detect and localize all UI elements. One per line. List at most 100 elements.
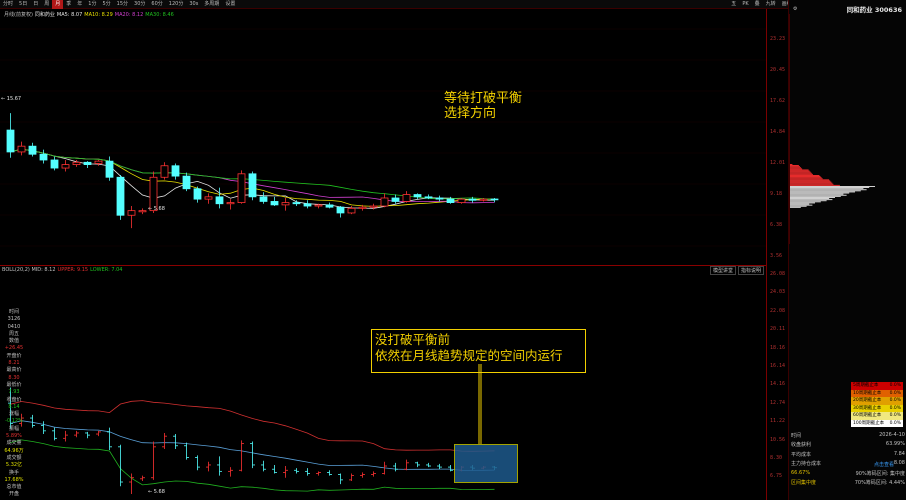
cost-row-label: 100周期截止本 [853, 420, 885, 426]
chip-info-value: 7.84 [893, 450, 905, 457]
candle-body[interactable] [182, 175, 191, 190]
period-tab[interactable]: 15分 [114, 0, 131, 9]
candle-body[interactable] [237, 173, 246, 203]
candle-body[interactable] [28, 145, 37, 155]
period-tabs: 分时 5日日周月季年 1分 5分 15分 30分 60分 120分 30s 多周期 设置 [0, 0, 238, 9]
candle-body[interactable] [248, 173, 257, 198]
price-axis[interactable]: 23.23 20.45 17.62 14.84 12.01 9.18 6.38 3.56 26.… [766, 9, 788, 500]
candle-body[interactable] [281, 202, 290, 206]
candle-body[interactable] [391, 197, 400, 202]
indicator-desc-tab[interactable]: 指标说明 [737, 265, 764, 275]
candle-body[interactable] [424, 196, 433, 199]
candle-body[interactable] [215, 196, 224, 205]
candle-body[interactable] [270, 201, 279, 206]
candle-body[interactable] [468, 198, 477, 201]
indicator-header: BOLL(20,2) MID: 8.12 UPPER: 9.15 LOWER: … [0, 265, 766, 275]
price-tick-label: 14.84 [770, 129, 786, 135]
chip-info-label: 主力持仓成本 [791, 461, 822, 468]
candle-body[interactable] [39, 153, 48, 161]
candle-body[interactable] [193, 188, 202, 200]
chip-bar [790, 182, 833, 184]
tool-button[interactable]: 九转 [763, 0, 779, 9]
candle-body[interactable] [314, 204, 323, 207]
candle-body[interactable] [435, 197, 444, 200]
period-tab[interactable]: 年 [74, 0, 85, 9]
candle-body[interactable] [457, 198, 466, 203]
chip-info-row: 时间 2026-4-10 [791, 432, 905, 439]
chip-info-label: 收盘获利 [791, 442, 812, 449]
period-tab[interactable]: 周 [41, 0, 52, 9]
chip-info-value: 90%筹码区间: 集中度 [855, 470, 905, 477]
kline-chart[interactable] [0, 9, 766, 500]
candle-body[interactable] [61, 164, 70, 169]
candle-body[interactable] [94, 160, 103, 164]
candle-body[interactable] [413, 194, 422, 198]
candle-body[interactable] [204, 196, 213, 200]
candle-body[interactable] [6, 129, 15, 153]
data-window-cell: 数值 [8, 338, 19, 345]
period-tab[interactable]: 60分 [148, 0, 165, 9]
chip-info-row: 区间集中度 70%筹码区间: 4.44% [791, 479, 905, 486]
candle-body[interactable] [105, 160, 114, 178]
candle-body[interactable] [303, 203, 312, 207]
boll-title: BOLL(20,2) MID: 8.12 [2, 267, 56, 273]
candle-body[interactable] [358, 206, 367, 209]
candle-body[interactable] [336, 206, 345, 214]
chart-area[interactable]: 月线(前复权) 同和药业 MA5: 8.07 MA10: 8.29 MA20: … [0, 9, 788, 500]
chip-bar [790, 180, 831, 182]
tool-button[interactable]: 五 [728, 0, 739, 9]
view-link[interactable]: 点击查看 [874, 461, 894, 468]
data-window-cell: 涨幅 [8, 411, 19, 418]
period-tab[interactable]: 5日 [16, 0, 30, 9]
period-tab[interactable]: 日 [30, 0, 41, 9]
candle-body[interactable] [171, 165, 180, 177]
candle-body[interactable] [490, 198, 499, 201]
candle-body[interactable] [479, 198, 488, 201]
candle-body[interactable] [138, 210, 147, 213]
boll-tick-label: 18.16 [770, 344, 786, 351]
period-tab[interactable]: 30s [186, 0, 201, 9]
period-tab[interactable]: 月 [52, 0, 64, 9]
period-tab[interactable]: 季 [63, 0, 74, 9]
period-tab[interactable]: 5分 [99, 0, 113, 9]
candle-body[interactable] [127, 210, 136, 216]
candle-body[interactable] [446, 198, 455, 203]
price-tick-label: 9.18 [770, 191, 783, 197]
period-tab[interactable]: 分时 [0, 0, 16, 9]
boll-tick-label: 8.30 [770, 455, 783, 461]
candle-body[interactable] [226, 202, 235, 205]
period-tab[interactable]: 多周期 [201, 0, 222, 9]
candle-body[interactable] [160, 165, 169, 178]
chip-bar [790, 169, 809, 171]
cost-row-value: 0.0% [889, 383, 901, 388]
period-tab[interactable]: 30分 [131, 0, 148, 9]
chip-bar [790, 181, 832, 183]
candle-body[interactable] [369, 205, 378, 208]
chip-bar [790, 166, 800, 168]
candle-body[interactable] [50, 159, 59, 169]
chip-bar [790, 175, 820, 176]
candle-body[interactable] [380, 197, 389, 207]
candle-body[interactable] [402, 194, 411, 202]
candle-body[interactable] [116, 176, 125, 216]
cost-row-value: 0.0% [889, 405, 901, 411]
candle-body[interactable] [347, 207, 356, 214]
low-price-label: ← 5.68 [148, 206, 165, 212]
period-tab[interactable]: 1分 [85, 0, 99, 9]
candle-body[interactable] [259, 196, 268, 202]
chart-title: 月线(前复权) [4, 12, 33, 18]
candle-body[interactable] [17, 145, 26, 153]
candle-body[interactable] [325, 204, 334, 208]
cost-row: 60周期截止本 0.0% [851, 412, 903, 420]
tool-button[interactable]: 叠 [752, 0, 763, 9]
tool-button[interactable]: PK [739, 0, 751, 9]
chip-info-row: 平均成本 7.84 [791, 451, 905, 458]
candle-body[interactable] [292, 202, 301, 205]
model-tab[interactable]: 模型讲堂 [709, 265, 736, 275]
candle-body[interactable] [83, 161, 92, 166]
period-tab[interactable]: 120分 [166, 0, 187, 9]
data-window-cell: 开盘价 [6, 352, 22, 359]
period-tab[interactable]: 设置 [222, 0, 238, 9]
candle-body[interactable] [72, 161, 81, 166]
chip-distribution [789, 14, 875, 244]
